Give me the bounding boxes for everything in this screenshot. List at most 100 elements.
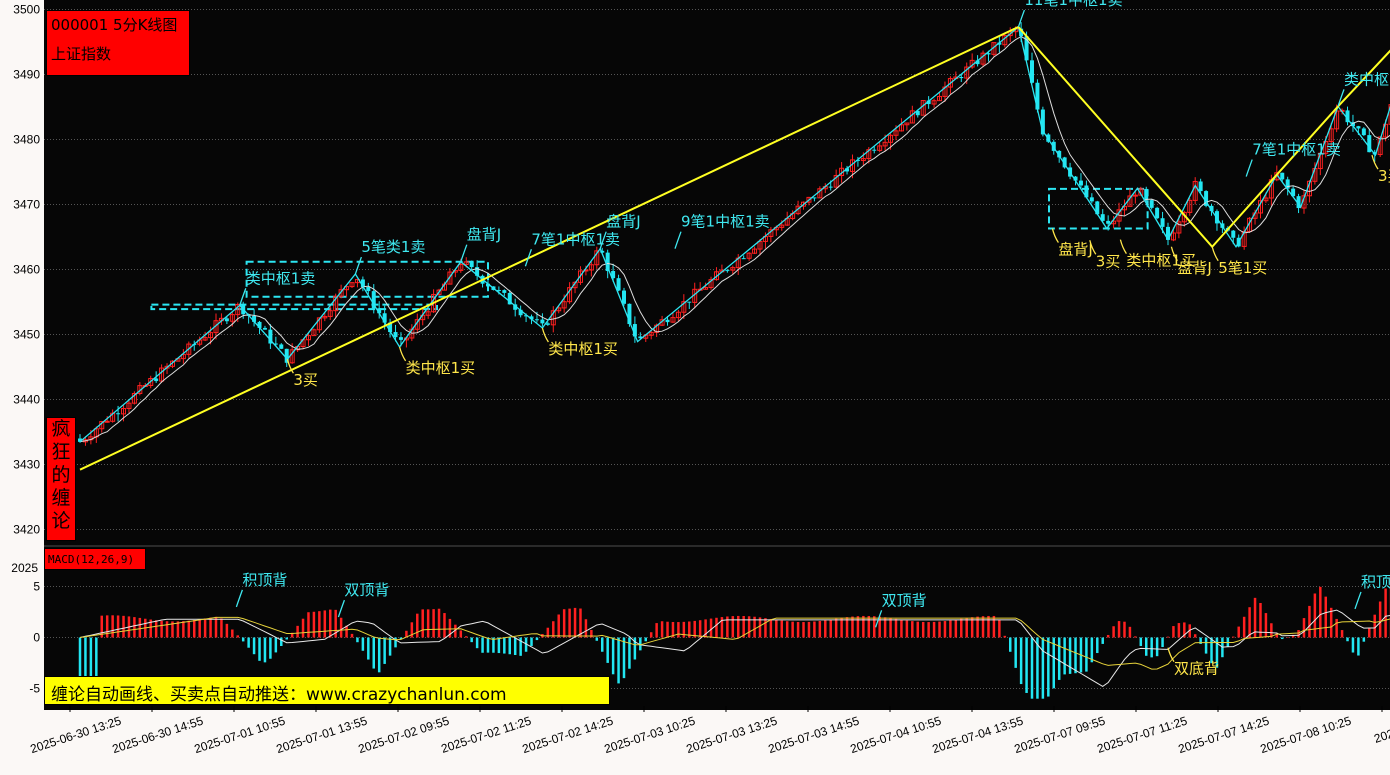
x-tick-label: 2025-07-03 13:25 <box>684 713 779 756</box>
y-tick-label: 3500 <box>13 3 40 17</box>
annotation-label: 11笔1中枢1卖 <box>1024 0 1122 9</box>
side-char: 的 <box>51 464 71 486</box>
x-tick-label: 2025-07-08 10:25 <box>1258 713 1353 756</box>
candle-body <box>366 286 371 292</box>
annotation-label: 3买 <box>1378 167 1390 185</box>
x-axis: 2025-06-30 13:252025-06-30 14:552025-07-… <box>28 706 1390 756</box>
candle-body <box>393 332 398 338</box>
annotation-label: 类中枢1卖 <box>1344 70 1390 88</box>
macd-tick-label: 0 <box>33 631 40 645</box>
annotation-label: 积顶背 <box>1361 573 1390 591</box>
x-tick-label: 2025-06-30 13:25 <box>28 713 123 756</box>
candle-body <box>1280 172 1285 180</box>
candle-body <box>1089 197 1094 202</box>
candle-body <box>154 378 159 382</box>
side-char: 缠 <box>51 487 71 509</box>
candle-body <box>398 337 403 340</box>
x-tick-label: 2025-07-03 10:25 <box>602 713 697 756</box>
macd-top-label: 2025 <box>11 561 38 575</box>
candle-body <box>469 261 474 268</box>
y-tick-label: 3440 <box>13 393 40 407</box>
annotation-label: 7笔1中枢1卖 <box>531 230 620 248</box>
annotation-label: 3买 <box>1096 252 1121 270</box>
chart-title-box: 000001 5分K线图 上证指数 <box>46 10 190 76</box>
side-char: 论 <box>51 510 71 532</box>
stock-code: 000001 <box>51 16 109 34</box>
x-tick-label: 2025-07-07 11:25 <box>1095 713 1189 755</box>
candle-body <box>959 77 964 79</box>
candle-body <box>1155 207 1160 219</box>
annotation-label: 7笔1中枢1卖 <box>1252 141 1341 159</box>
candle-body <box>741 258 746 260</box>
x-tick-label: 2025-06-30 14:55 <box>110 713 205 756</box>
annotation-label: 类中枢1卖 <box>246 269 316 287</box>
candle-body <box>1198 181 1203 192</box>
candle-body <box>872 149 877 151</box>
annotation-label: 积顶背 <box>242 571 287 589</box>
candle-body <box>622 290 626 304</box>
y-tick-label: 3470 <box>13 198 40 212</box>
candle-body <box>1356 126 1361 129</box>
macd-tick-label: 5 <box>33 580 40 594</box>
y-tick-label: 3430 <box>13 458 40 472</box>
annotation-label: 双顶背 <box>344 581 389 599</box>
x-tick-label: 2025-07-07 14:25 <box>1176 713 1271 756</box>
candle-body <box>224 318 229 322</box>
candle-body <box>502 290 507 293</box>
y-tick-label: 3450 <box>13 328 40 342</box>
annotation-label: 5笔1买 <box>1218 259 1267 277</box>
x-tick-label: 2025-07-02 11:25 <box>439 713 533 755</box>
candle-body <box>1132 194 1138 197</box>
candle-body <box>1106 220 1111 224</box>
macd-tick-label: -5 <box>29 682 40 696</box>
x-tick-label: 2025-07-02 14:25 <box>520 713 615 756</box>
annotation-label: 盘背J <box>1058 241 1092 259</box>
annotation-label: 盘背J <box>606 213 640 231</box>
candle-body <box>1361 128 1366 136</box>
candle-body <box>104 420 110 423</box>
x-tick-label: 2025-07-02 09:55 <box>356 713 451 756</box>
candle-body <box>725 270 730 272</box>
x-tick-label: 2025-07-03 14:55 <box>766 713 861 756</box>
macd-label: MACD(12,26,9) <box>44 548 146 570</box>
x-tick-label: 2025-07-01 13:55 <box>274 713 369 756</box>
annotation-label: 盘背J <box>467 226 501 244</box>
annotation-label: 9笔1中枢1卖 <box>681 213 770 231</box>
candle-body <box>1144 188 1149 201</box>
x-tick-label: 2025-07-01 10:55 <box>192 713 287 756</box>
x-tick-label: 2025-07-07 09:55 <box>1012 713 1107 756</box>
y-tick-label: 3460 <box>13 263 40 277</box>
side-char: 疯 <box>51 418 71 440</box>
annotation-label: 类中枢1买 <box>406 359 476 377</box>
x-tick-label: 2025-07-04 10:55 <box>848 713 943 756</box>
annotation-label: 双底背 <box>1174 660 1219 678</box>
candle-body <box>540 319 545 324</box>
candle-body <box>534 319 539 321</box>
annotation-label: 3买 <box>293 371 318 389</box>
candle-body <box>279 344 284 349</box>
candle-body <box>545 323 550 325</box>
candle-body <box>812 197 817 199</box>
x-tick-label: 2025-07-04 13:55 <box>930 713 1025 756</box>
annotation-label: 双顶背 <box>882 591 927 609</box>
side-brand-label: 疯 狂 的 缠 论 <box>46 417 76 541</box>
candle-body <box>828 186 833 188</box>
candle-body <box>1160 218 1165 227</box>
candle-body <box>262 327 267 330</box>
candle-body <box>665 319 670 323</box>
annotation-label: 类中枢1买 <box>548 340 618 358</box>
annotation-label: 5笔类1卖 <box>361 238 425 256</box>
annotation-label: 盘背J <box>1177 259 1211 277</box>
index-name: 上证指数 <box>51 45 112 63</box>
candle-body <box>116 413 121 415</box>
y-tick-label: 3480 <box>13 133 40 147</box>
candle-body <box>1078 180 1083 186</box>
candle-body <box>687 301 692 303</box>
chart-svg: 11笔1中枢1卖类中枢1卖5笔类1卖盘背J 7笔1中枢1卖盘背J 9笔1中枢1卖3买… <box>11 0 1390 756</box>
plot-background <box>44 0 1390 710</box>
candle-body <box>1231 230 1236 238</box>
candle-body <box>616 278 621 291</box>
y-tick-label: 3420 <box>13 523 40 537</box>
period-label: 5分K线图 <box>113 16 178 34</box>
x-tick-label: 2025-07-08 <box>1372 713 1390 745</box>
